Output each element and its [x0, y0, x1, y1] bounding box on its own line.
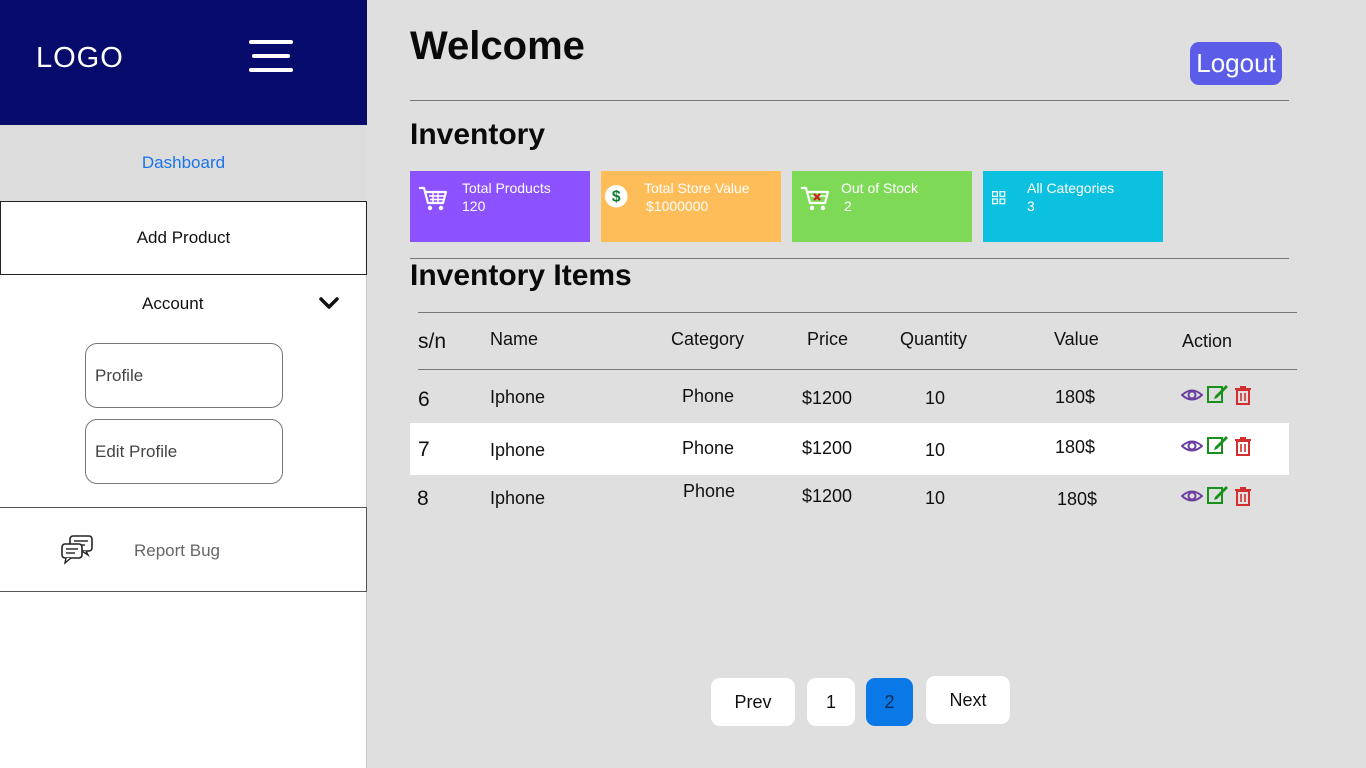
sidebar-item-add-product[interactable]: Add Product — [0, 201, 367, 275]
stat-value: 120 — [462, 198, 486, 214]
chat-bubbles-icon — [61, 535, 93, 565]
logout-button[interactable]: Logout — [1190, 42, 1282, 85]
inventory-title: Inventory — [410, 118, 546, 151]
edit-icon[interactable] — [1207, 434, 1229, 454]
cell-quantity: 10 — [925, 440, 946, 460]
cell-quantity: 10 — [925, 388, 946, 408]
trash-icon[interactable] — [1233, 436, 1255, 456]
column-header-name: Name — [490, 329, 539, 349]
cell-price: $1200 — [802, 486, 853, 506]
brand-header: LOGO — [0, 0, 367, 125]
sidebar-item-label: Account — [142, 294, 204, 313]
sidebar-item-dashboard[interactable]: Dashboard — [0, 125, 367, 201]
eye-icon[interactable] — [1181, 385, 1203, 405]
page-title: Welcome — [410, 24, 585, 68]
sidebar-item-report-bug[interactable]: Report Bug — [0, 507, 367, 592]
logo[interactable]: LOGO — [36, 42, 124, 75]
sidebar-item-profile[interactable]: Profile — [85, 343, 283, 408]
trash-icon[interactable] — [1233, 385, 1255, 405]
cart-icon — [419, 186, 448, 211]
table-header-border — [418, 369, 1297, 370]
cell-value: 180$ — [1055, 387, 1096, 407]
sidebar-item-edit-profile[interactable]: Edit Profile — [85, 419, 283, 484]
stat-value: 3 — [1027, 198, 1035, 214]
cell-name: Iphone — [490, 387, 546, 407]
pagination-next-button[interactable]: Next — [926, 676, 1010, 724]
column-header-value: Value — [1054, 329, 1099, 349]
divider — [410, 100, 1289, 101]
table-header-border — [418, 312, 1297, 313]
cell-value: 180$ — [1057, 489, 1098, 509]
sidebar: LOGO Dashboard Add Product Account Profi… — [0, 0, 367, 768]
stat-label: Out of Stock — [841, 180, 919, 196]
column-header-action: Action — [1182, 331, 1233, 351]
stat-card-out-of-stock[interactable]: Out of Stock 2 — [792, 171, 972, 242]
stat-label: Total Store Value — [644, 180, 750, 196]
edit-icon[interactable] — [1207, 383, 1229, 403]
svg-text:$: $ — [612, 188, 621, 205]
cart-out-of-stock-icon — [801, 186, 830, 211]
row-actions — [1181, 486, 1251, 506]
cell-category: Phone — [682, 438, 735, 458]
stat-card-total-store-value[interactable]: $ Total Store Value $1000000 — [601, 171, 781, 242]
stat-label: All Categories — [1027, 180, 1115, 196]
column-header-price: Price — [807, 329, 849, 349]
chevron-down-icon — [319, 297, 339, 309]
cell-sn: 8 — [417, 487, 429, 510]
table-row: 8 Iphone Phone $1200 10 180$ — [410, 475, 1289, 527]
eye-icon[interactable] — [1181, 486, 1203, 506]
sidebar-item-label: Report Bug — [134, 541, 220, 560]
edit-icon[interactable] — [1207, 484, 1229, 504]
cell-price: $1200 — [802, 438, 853, 458]
stat-card-total-products[interactable]: Total Products 120 — [410, 171, 590, 242]
row-actions — [1181, 385, 1251, 405]
column-header-quantity: Quantity — [900, 329, 968, 349]
pagination-page-2-current[interactable]: 2 — [866, 678, 913, 726]
cell-name: Iphone — [490, 488, 546, 508]
cell-sn: 7 — [418, 438, 430, 461]
cell-category: Phone — [683, 481, 736, 501]
cell-name: Iphone — [490, 440, 546, 460]
inventory-items-title: Inventory Items — [410, 259, 632, 292]
grid-icon — [992, 191, 1006, 205]
stat-value: 2 — [844, 198, 852, 214]
table-row: 6 Iphone Phone $1200 10 180$ — [410, 371, 1289, 423]
sidebar-item-account[interactable]: Account — [0, 280, 367, 326]
stat-value: $1000000 — [646, 198, 709, 214]
table-row: 7 Iphone Phone $1200 10 180$ — [410, 423, 1289, 475]
cell-value: 180$ — [1055, 437, 1096, 457]
row-actions — [1181, 436, 1251, 456]
stat-card-all-categories[interactable]: All Categories 3 — [983, 171, 1163, 242]
cell-sn: 6 — [418, 388, 430, 411]
column-header-category: Category — [671, 329, 745, 349]
cell-category: Phone — [682, 386, 735, 406]
menu-icon[interactable] — [249, 40, 293, 73]
cell-quantity: 10 — [925, 488, 946, 508]
pagination-page-1[interactable]: 1 — [807, 678, 855, 726]
pagination-prev-button[interactable]: Prev — [711, 678, 795, 726]
column-header-sn: s/n — [418, 330, 447, 353]
dollar-icon: $ — [605, 185, 628, 208]
stat-label: Total Products — [462, 180, 551, 196]
cell-price: $1200 — [802, 388, 853, 408]
eye-icon[interactable] — [1181, 436, 1203, 456]
trash-icon[interactable] — [1233, 486, 1255, 506]
